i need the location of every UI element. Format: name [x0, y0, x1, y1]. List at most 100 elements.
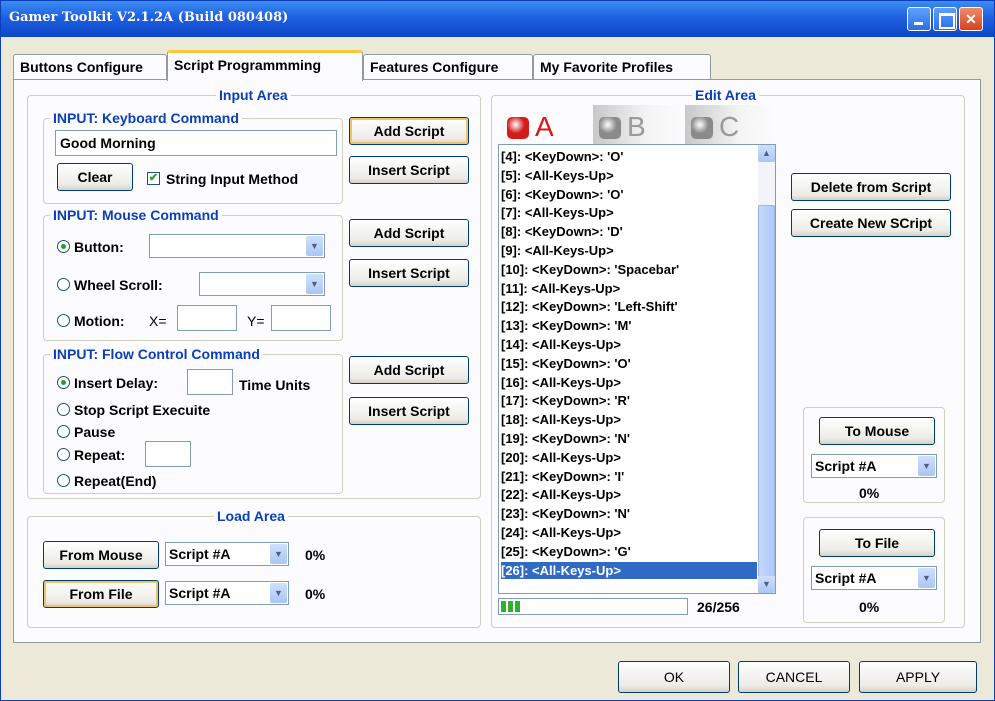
mouse-button-radio[interactable] [57, 240, 70, 253]
minimize-button[interactable] [907, 7, 931, 31]
script-line[interactable]: [10]: <KeyDown>: 'Spacebar' [501, 261, 679, 278]
script-line[interactable]: [7]: <All-Keys-Up> [501, 204, 614, 221]
keyboard-insert-script-button[interactable]: Insert Script [349, 156, 469, 184]
mouse-button-select[interactable]: ▼ [149, 234, 325, 258]
maximize-button[interactable] [933, 7, 957, 31]
slot-c-letter: C [719, 111, 740, 142]
script-line[interactable]: [16]: <All-Keys-Up> [501, 374, 621, 391]
mouse-add-script-button[interactable]: Add Script [349, 219, 469, 247]
to-file-percent: 0% [859, 599, 880, 615]
repeat-end-radio[interactable] [57, 474, 70, 487]
scroll-down-icon[interactable]: ▼ [758, 576, 775, 593]
repeat-input[interactable] [145, 441, 191, 467]
wheel-scroll-select[interactable]: ▼ [199, 272, 325, 296]
motion-x-input[interactable] [177, 305, 237, 331]
script-line[interactable]: [25]: <KeyDown>: 'G' [501, 543, 631, 560]
script-line[interactable]: [21]: <KeyDown>: 'I' [501, 468, 624, 485]
wheel-scroll-radio[interactable] [57, 278, 70, 291]
chevron-down-icon: ▼ [918, 456, 935, 476]
insert-delay-label: Insert Delay: [74, 375, 159, 391]
close-button[interactable]: ✕ [959, 7, 983, 31]
delay-input[interactable] [187, 369, 233, 395]
tab-features-configure[interactable]: Features Configure [363, 54, 533, 80]
script-listbox[interactable]: [26]: <All-Keys-Up> [25]: <KeyDown>: 'G' [… [498, 144, 776, 594]
slot-c-tab[interactable]: C [685, 105, 775, 145]
from-mouse-script-value: Script #A [169, 546, 231, 562]
load-area-title: Load Area [214, 508, 288, 524]
slot-b-tab[interactable]: B [593, 105, 683, 145]
to-file-script-select[interactable]: Script #A ▼ [811, 566, 937, 590]
tab-my-favorite-profiles[interactable]: My Favorite Profiles [533, 54, 711, 80]
script-line[interactable]: [6]: <KeyDown>: 'O' [501, 186, 623, 203]
scroll-up-icon[interactable]: ▲ [758, 145, 775, 162]
from-mouse-percent: 0% [305, 547, 326, 563]
script-line[interactable]: [17]: <KeyDown>: 'R' [501, 392, 630, 409]
script-line[interactable]: [23]: <KeyDown>: 'N' [501, 505, 630, 522]
chevron-down-icon: ▼ [270, 544, 287, 564]
keyboard-add-script-button[interactable]: Add Script [349, 117, 469, 145]
to-mouse-button[interactable]: To Mouse [819, 417, 935, 445]
from-mouse-button[interactable]: From Mouse [43, 541, 159, 569]
script-line[interactable]: [22]: <All-Keys-Up> [501, 486, 621, 503]
script-line[interactable]: [14]: <All-Keys-Up> [501, 336, 621, 353]
from-file-button[interactable]: From File [43, 580, 159, 608]
motion-radio[interactable] [57, 314, 70, 327]
apply-button[interactable]: APPLY [859, 661, 977, 693]
motion-y-input[interactable] [271, 305, 331, 331]
script-line[interactable]: [18]: <All-Keys-Up> [501, 411, 621, 428]
script-line[interactable]: [20]: <All-Keys-Up> [501, 449, 621, 466]
scroll-thumb[interactable] [758, 205, 775, 577]
script-line[interactable]: [24]: <All-Keys-Up> [501, 524, 621, 541]
repeat-end-label: Repeat(End) [74, 473, 157, 489]
clear-button[interactable]: Clear [57, 163, 133, 191]
script-line[interactable]: [8]: <KeyDown>: 'D' [501, 223, 623, 240]
vertical-scrollbar[interactable]: ▲ ▼ [758, 145, 775, 593]
tab-script-programming[interactable]: Script Programmming [167, 50, 363, 81]
keyboard-command-title: INPUT: Keyboard Command [50, 110, 242, 126]
script-capacity-progress [498, 598, 688, 615]
to-file-button[interactable]: To File [819, 529, 935, 557]
tab-buttons-configure[interactable]: Buttons Configure [13, 54, 167, 80]
motion-label: Motion: [74, 313, 125, 329]
from-mouse-script-select[interactable]: Script #A ▼ [165, 542, 289, 566]
chevron-down-icon: ▼ [270, 583, 287, 603]
repeat-radio[interactable] [57, 448, 70, 461]
close-icon: ✕ [965, 11, 977, 27]
maximize-icon [934, 8, 956, 30]
delete-from-script-button[interactable]: Delete from Script [791, 173, 951, 201]
script-line[interactable]: [5]: <All-Keys-Up> [501, 167, 614, 184]
ok-button[interactable]: OK [618, 661, 730, 693]
mouse-insert-script-button[interactable]: Insert Script [349, 259, 469, 287]
from-file-script-select[interactable]: Script #A ▼ [165, 581, 289, 605]
to-file-script-value: Script #A [815, 570, 877, 586]
to-mouse-script-select[interactable]: Script #A ▼ [811, 454, 937, 478]
script-line[interactable]: [26]: <All-Keys-Up> [501, 561, 757, 579]
to-mouse-percent: 0% [859, 485, 880, 501]
script-counter: 26/256 [697, 599, 740, 615]
to-mouse-script-value: Script #A [815, 458, 877, 474]
script-slot-tabs: A B C [501, 105, 776, 145]
mouse-command-title: INPUT: Mouse Command [50, 207, 222, 223]
script-line[interactable]: [4]: <KeyDown>: 'O' [501, 148, 623, 165]
insert-delay-radio[interactable] [57, 376, 70, 389]
keyboard-command-input[interactable]: Good Morning [55, 130, 337, 156]
script-line[interactable]: [19]: <KeyDown>: 'N' [501, 430, 630, 447]
flow-add-script-button[interactable]: Add Script [349, 356, 469, 384]
from-file-percent: 0% [305, 586, 326, 602]
stop-script-radio[interactable] [57, 403, 70, 416]
script-line[interactable]: [13]: <KeyDown>: 'M' [501, 317, 631, 334]
title-bar[interactable]: Gamer Toolkit V2.1.2A (Build 080408) ✕ [1, 1, 994, 37]
pause-radio[interactable] [57, 425, 70, 438]
wheel-scroll-label: Wheel Scroll: [74, 277, 163, 293]
script-line[interactable]: [11]: <All-Keys-Up> [501, 280, 620, 297]
create-new-script-button[interactable]: Create New SCript [791, 209, 951, 237]
string-input-checkbox[interactable]: ✔ [147, 172, 160, 185]
slot-a-tab[interactable]: A [501, 105, 591, 145]
cancel-button[interactable]: CANCEL [738, 661, 850, 693]
script-line[interactable]: [12]: <KeyDown>: 'Left-Shift' [501, 298, 678, 315]
script-line[interactable]: [9]: <All-Keys-Up> [501, 242, 614, 259]
minimize-icon [908, 8, 930, 30]
script-line[interactable]: [15]: <KeyDown>: 'O' [501, 355, 631, 372]
flow-control-title: INPUT: Flow Control Command [50, 346, 263, 362]
flow-insert-script-button[interactable]: Insert Script [349, 397, 469, 425]
